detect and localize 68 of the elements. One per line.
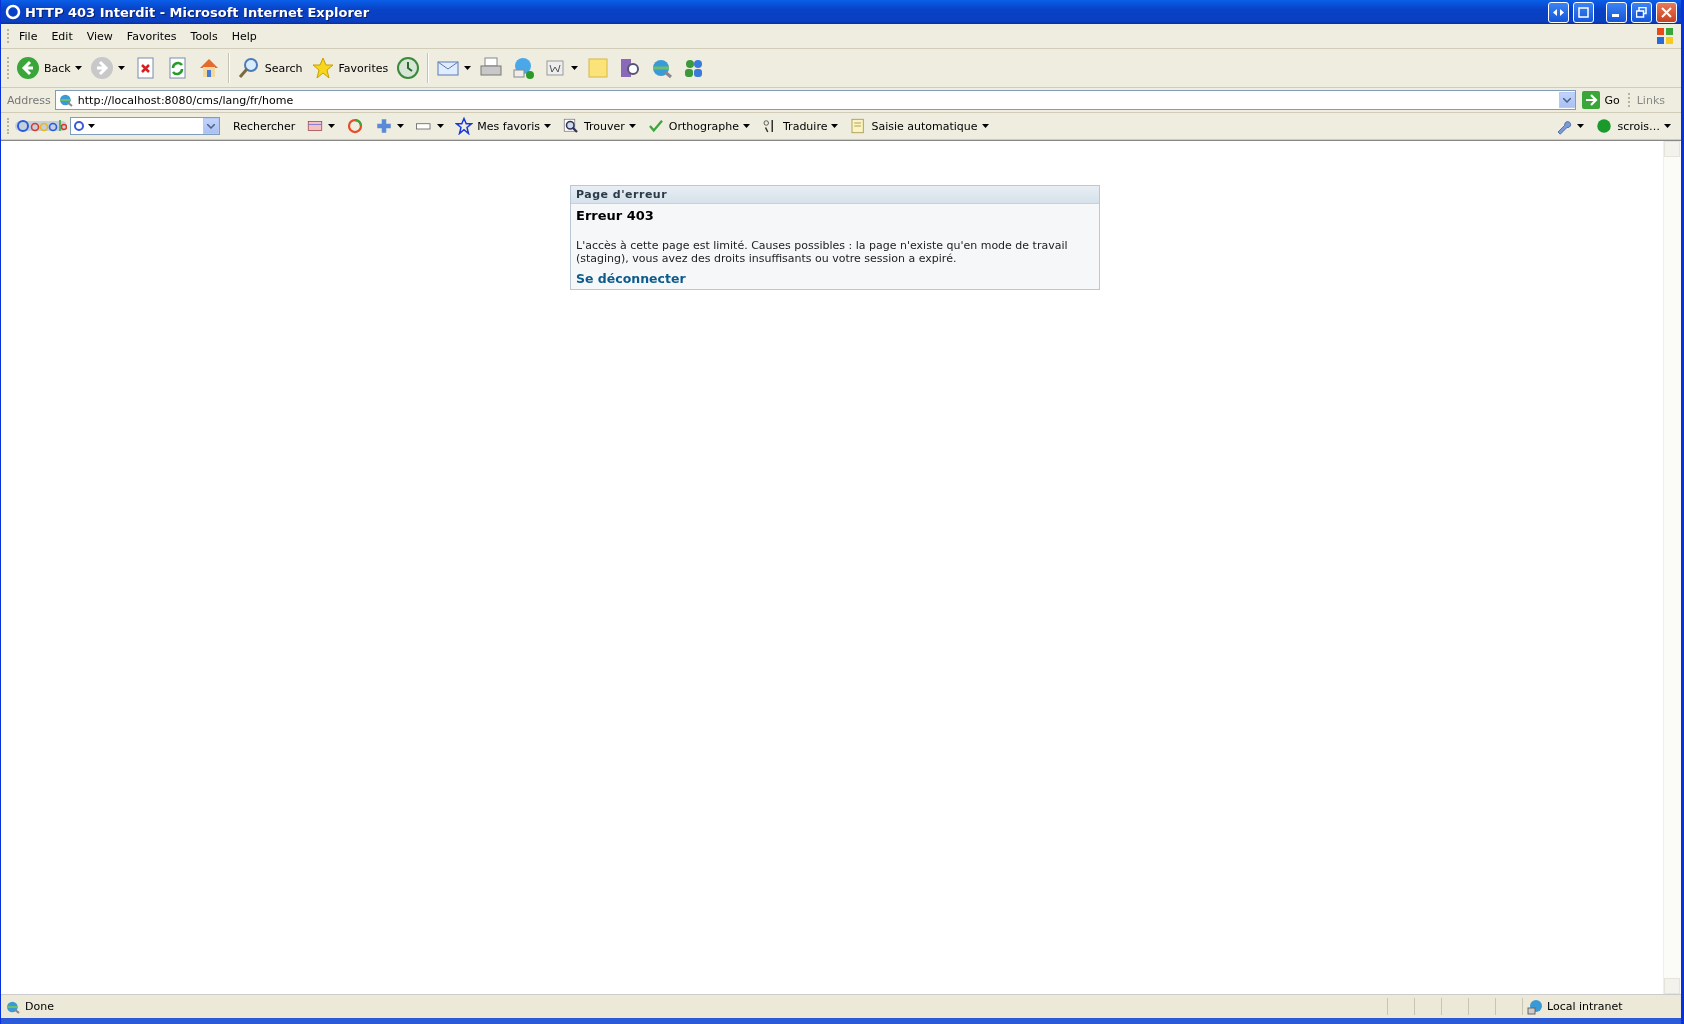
square-icon[interactable] [1578, 6, 1589, 18]
toolbar-button[interactable]: Saisie automatique [845, 115, 993, 137]
engine-selector-icon[interactable] [74, 119, 96, 133]
caret-icon[interactable] [571, 66, 579, 70]
toolbar-button[interactable]: Mes favoris [451, 115, 555, 137]
close-button[interactable] [1656, 1, 1677, 23]
toolbar-button[interactable]: Traduire [757, 115, 843, 137]
toolbar-button[interactable]: Favorites [306, 54, 393, 82]
google-logo-icon [15, 117, 67, 135]
address-field[interactable]: http://localhost:8080/cms/lang/fr/home [54, 90, 1577, 110]
star-icon[interactable] [455, 117, 474, 135]
account-button[interactable]: scrois… [1591, 115, 1675, 137]
menu-item[interactable]: File [12, 27, 45, 45]
error-heading: Erreur 403 [576, 208, 654, 223]
toolbar-button[interactable]: Back [12, 54, 86, 82]
status-text: Done [25, 1000, 55, 1013]
close-icon[interactable] [1661, 6, 1672, 18]
window-title: HTTP 403 Interdit - Microsoft Internet Explorer [25, 4, 371, 20]
menu-item[interactable]: Tools [183, 27, 225, 45]
network-icon [1527, 998, 1543, 1015]
menu-item[interactable]: View [79, 27, 120, 45]
spell-icon[interactable] [646, 117, 665, 135]
toolbar-button[interactable]: Trouver [557, 115, 640, 137]
restore-button[interactable] [1631, 1, 1652, 23]
caret-icon[interactable] [981, 124, 989, 128]
window-icon[interactable] [1573, 1, 1594, 23]
find-icon[interactable] [561, 117, 580, 135]
logout-link[interactable]: Se déconnecter [576, 271, 686, 286]
caret-icon[interactable] [397, 124, 405, 128]
history-icon[interactable] [396, 56, 421, 80]
double-arrow-icon[interactable] [1553, 7, 1564, 17]
caret-icon[interactable] [117, 66, 125, 70]
error-message: L'accès à cette page est limité. Causes possibles : la page n'existe qu'en mode de travail (staging), vous avez des droits insuffisants ou votre session a expiré. [576, 239, 1069, 265]
dropdown-button[interactable] [1559, 92, 1576, 108]
search-icon[interactable] [236, 56, 261, 80]
chevron-icon[interactable] [207, 123, 215, 129]
flag-logo-icon [1655, 26, 1675, 46]
minimize-button[interactable] [1606, 1, 1627, 23]
chevron-icon[interactable] [1563, 97, 1572, 103]
arrows-icon[interactable] [1548, 1, 1569, 23]
caret-icon[interactable] [743, 124, 750, 128]
search-field[interactable] [70, 117, 220, 135]
menu-item[interactable]: Help [224, 27, 264, 45]
menu-item[interactable]: Favorites [119, 27, 184, 45]
caret-icon[interactable] [437, 124, 445, 128]
dropdown-button[interactable] [203, 118, 219, 134]
restore-icon[interactable] [1636, 6, 1647, 18]
menu-item[interactable]: Edit [44, 27, 80, 45]
arrow-icon[interactable] [1582, 91, 1601, 109]
caret-icon[interactable] [328, 124, 336, 128]
toolbar-button[interactable]: Search [232, 54, 307, 82]
scrollbar[interactable] [1663, 141, 1681, 994]
zone-text: Local intranet [1547, 1000, 1623, 1013]
panel-header: Page d'erreur [571, 186, 1099, 204]
web-search-button[interactable]: Rechercher [229, 117, 300, 135]
caret-icon[interactable] [543, 124, 551, 128]
caret-icon[interactable] [1577, 124, 1585, 128]
back-icon[interactable] [16, 56, 40, 80]
go-button[interactable]: Go [1576, 91, 1628, 109]
caret-icon[interactable] [1664, 124, 1671, 128]
caret-icon[interactable] [74, 66, 82, 70]
caret-icon[interactable] [628, 124, 636, 128]
toolbar-button[interactable]: Orthographe [642, 115, 754, 137]
address-label: Address [7, 93, 52, 107]
caret-icon[interactable] [464, 66, 472, 70]
swirl-icon[interactable] [346, 117, 365, 135]
globe-icon[interactable] [57, 92, 74, 108]
caret-icon[interactable] [831, 124, 839, 128]
